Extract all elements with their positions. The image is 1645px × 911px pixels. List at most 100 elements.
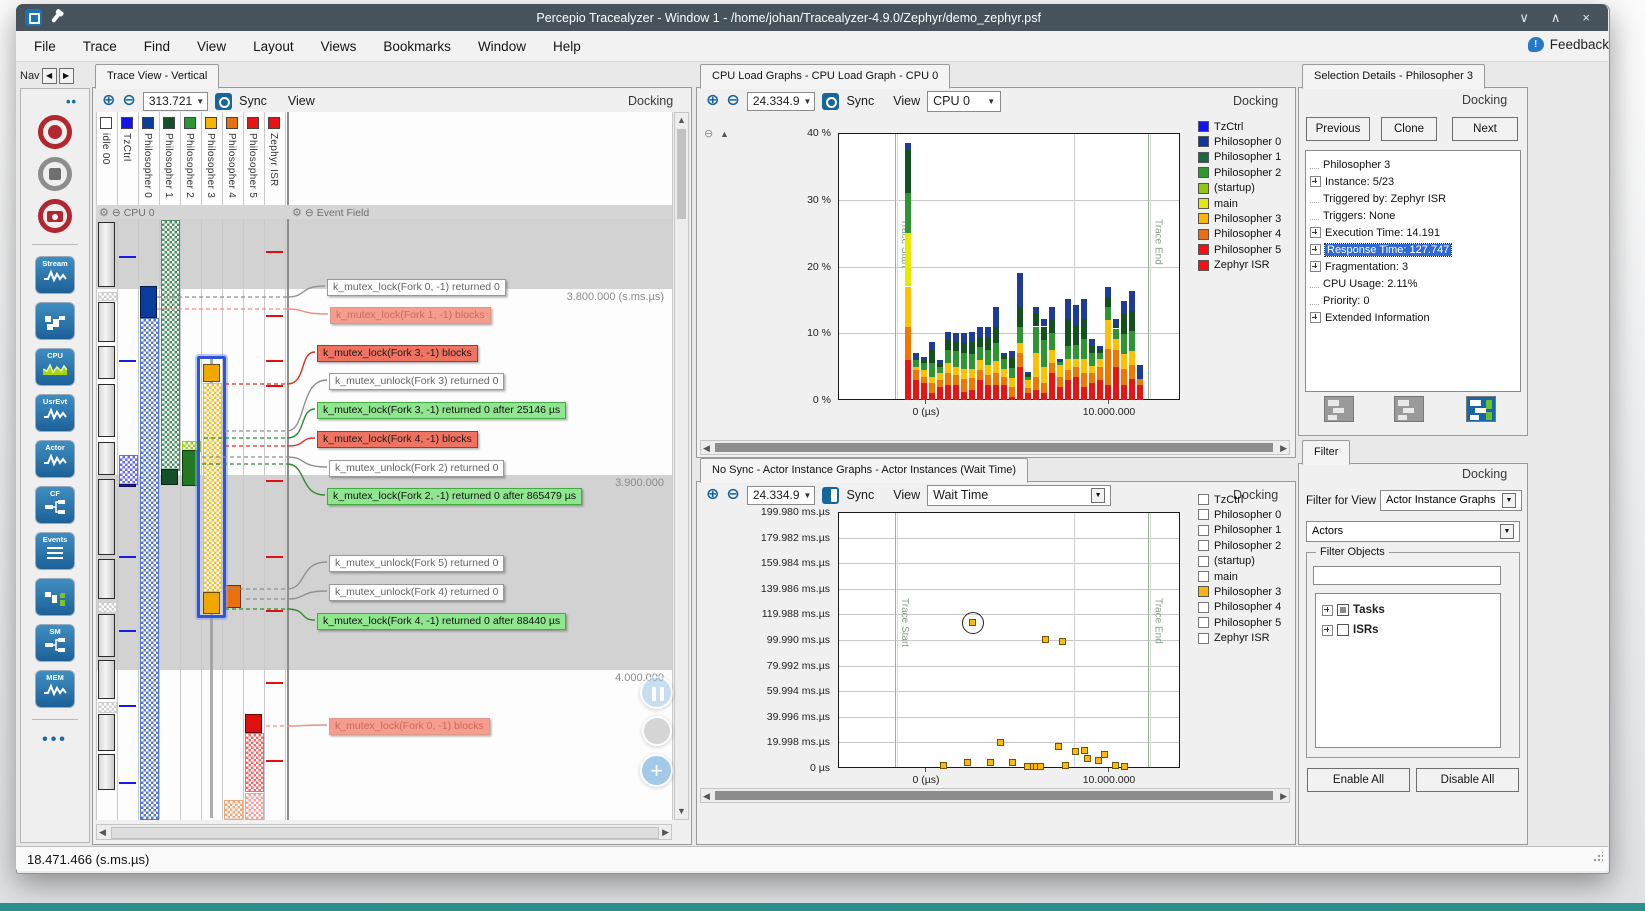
expand-icon[interactable]	[1310, 312, 1321, 323]
cpu-load-bar-segment[interactable]	[1073, 376, 1079, 400]
cpu-load-bar-segment[interactable]	[1113, 325, 1119, 329]
cpu-load-bar-segment[interactable]	[1089, 366, 1095, 374]
trace-docking-label[interactable]: Docking	[628, 94, 673, 108]
column-swatch-philosopher-4[interactable]	[226, 117, 238, 129]
cpu-load-bar-segment[interactable]	[1057, 360, 1063, 362]
cpu-load-bar-segment[interactable]	[945, 349, 951, 364]
cpu-load-bar-segment[interactable]	[1049, 373, 1055, 400]
cpu-load-bar-segment[interactable]	[1025, 380, 1031, 388]
cpu-load-bar-segment[interactable]	[1049, 333, 1055, 350]
cpu-load-bar-segment[interactable]	[1113, 318, 1119, 326]
expand-icon[interactable]	[1322, 624, 1333, 636]
cpu-load-bar-segment[interactable]	[1121, 368, 1127, 386]
cpu-load-bar-segment[interactable]	[1081, 299, 1087, 320]
selected-instance-box[interactable]	[197, 356, 226, 618]
event-label[interactable]: k_mutex_lock(Fork 4, -1) returned 0 afte…	[317, 613, 567, 630]
cpu-load-bar-segment[interactable]	[1137, 378, 1143, 386]
sidebar-item-communication-flow-view[interactable]: CF	[35, 486, 75, 524]
actor-ready-block[interactable]	[224, 800, 243, 820]
wait-time-point[interactable]	[1062, 762, 1070, 770]
legend-checkbox[interactable]	[1198, 555, 1209, 567]
legend-item-main[interactable]: main	[1198, 196, 1238, 211]
cpu-load-bar-segment[interactable]	[1057, 365, 1063, 377]
sidebar-item-actor-graph-view[interactable]: Actor	[35, 440, 75, 478]
scroll-right-arrow[interactable]: ▶	[662, 826, 669, 839]
selection-tree-item[interactable]: Fragmentation: 3	[1310, 258, 1451, 275]
cpu-load-bar-segment[interactable]	[961, 378, 967, 392]
cpu-load-bar-segment[interactable]	[945, 373, 951, 386]
cpu-load-bar-segment[interactable]	[1105, 286, 1111, 297]
cpu-load-bar-segment[interactable]	[1041, 383, 1047, 394]
cpu-load-bar-segment[interactable]	[1089, 373, 1095, 384]
scroll-thumb[interactable]	[715, 443, 1273, 452]
idle-exec-block[interactable]	[98, 346, 115, 379]
idle-exec-block[interactable]	[98, 479, 115, 555]
wait-time-dropdown[interactable]: Wait Time ▼	[927, 484, 1112, 506]
trace-event-tick[interactable]	[266, 556, 283, 558]
scroll-left-arrow[interactable]: ◀	[703, 790, 710, 803]
trace-event-tick[interactable]	[266, 760, 283, 762]
event-label[interactable]: k_mutex_lock(Fork 3, -1) returned 0 afte…	[317, 402, 567, 419]
trace-event-tick[interactable]	[266, 682, 283, 684]
scroll-thumb[interactable]	[715, 791, 1273, 800]
filter-category-dropdown[interactable]: Actors ▼	[1306, 521, 1520, 542]
legend-checkbox[interactable]	[1198, 571, 1209, 582]
cpu-load-bar-segment[interactable]	[1097, 366, 1103, 380]
selection-tree-item[interactable]: Execution Time: 14.191	[1310, 224, 1451, 241]
cpu-load-bar-segment[interactable]	[1065, 345, 1071, 360]
cpu-load-bar-segment[interactable]	[1073, 366, 1079, 377]
legend-item-tzctrl[interactable]: TzCtrl	[1198, 119, 1243, 134]
record-button-icon[interactable]	[38, 115, 72, 149]
cpu-load-bar-segment[interactable]	[937, 363, 943, 367]
cpu-load-bar-segment[interactable]	[985, 336, 991, 350]
event-label[interactable]: k_mutex_lock(Fork 1, -1) blocks	[330, 307, 491, 324]
cpu-load-bar-segment[interactable]	[1081, 359, 1087, 374]
sync-icon[interactable]	[215, 92, 233, 110]
legend-checkbox[interactable]	[1198, 601, 1209, 613]
selection-docking-label[interactable]: Docking	[1462, 93, 1507, 107]
cpu-load-bar-segment[interactable]	[969, 353, 975, 369]
actor-ready-block[interactable]	[119, 455, 138, 485]
trace-event-tick[interactable]	[119, 360, 136, 362]
cpu-load-bar-segment[interactable]	[1121, 353, 1127, 369]
wait-time-point[interactable]	[1071, 747, 1079, 755]
cpu-load-bar-segment[interactable]	[945, 385, 951, 400]
cpu-load-bar-segment[interactable]	[1097, 352, 1103, 360]
selection-tree-item[interactable]: Philosopher 3	[1310, 156, 1451, 173]
legend-item--startup-[interactable]: (startup)	[1198, 181, 1255, 196]
cpu-load-bar-segment[interactable]	[905, 326, 912, 360]
cpu-load-bar-segment[interactable]	[1017, 326, 1023, 344]
cpu-load-bar-segment[interactable]	[905, 149, 912, 194]
actor-ready-block[interactable]	[245, 733, 264, 792]
trace-horizontal-scrollbar[interactable]: ◀ ▶	[96, 824, 672, 840]
cpu-load-bar-segment[interactable]	[921, 376, 927, 384]
feedback-button[interactable]: ! Feedback	[1527, 37, 1609, 52]
cpu-load-bar-segment[interactable]	[913, 366, 920, 370]
cpu-load-bar-segment[interactable]	[1001, 376, 1007, 385]
trace-nav-button-1[interactable]	[640, 676, 673, 709]
idle-exec-block[interactable]	[98, 302, 115, 342]
cpu-load-bar-segment[interactable]	[1009, 378, 1015, 387]
filter-view-dropdown[interactable]: Actor Instance Graphs ▼	[1380, 490, 1522, 511]
zoom-in-icon[interactable]: ⊕	[706, 93, 719, 109]
cpu-load-bar-segment[interactable]	[1025, 388, 1031, 394]
cpu-load-bar-segment[interactable]	[961, 392, 967, 400]
menu-trace[interactable]: Trace	[83, 39, 117, 54]
tab-cpu-load[interactable]: CPU Load Graphs - CPU Load Graph - CPU 0	[700, 64, 951, 89]
column-swatch-philosopher-1[interactable]	[163, 117, 175, 129]
cpu-load-bar-segment[interactable]	[1065, 380, 1071, 400]
cpu-load-bar-segment[interactable]	[1041, 339, 1047, 367]
idle-exec-block[interactable]	[98, 660, 115, 699]
cpu-load-bar-segment[interactable]	[1089, 352, 1095, 366]
legend-checkbox[interactable]	[1198, 494, 1209, 505]
collapse-icon[interactable]: ⊖	[305, 207, 314, 219]
idle-exec-block[interactable]	[98, 714, 115, 751]
idle-exec-block[interactable]	[98, 222, 115, 287]
actor-ready-block[interactable]	[140, 318, 159, 820]
cpu-load-bar-segment[interactable]	[977, 326, 983, 337]
cpu-select-dropdown[interactable]: CPU 0 ▼	[927, 90, 1002, 112]
wait-time-point[interactable]	[939, 761, 947, 769]
sidebar-handle-dots[interactable]: ••	[66, 94, 77, 109]
event-label[interactable]: k_mutex_lock(Fork 0, -1) returned 0	[327, 279, 506, 296]
event-label[interactable]: k_mutex_unlock(Fork 2) returned 0	[329, 460, 505, 477]
